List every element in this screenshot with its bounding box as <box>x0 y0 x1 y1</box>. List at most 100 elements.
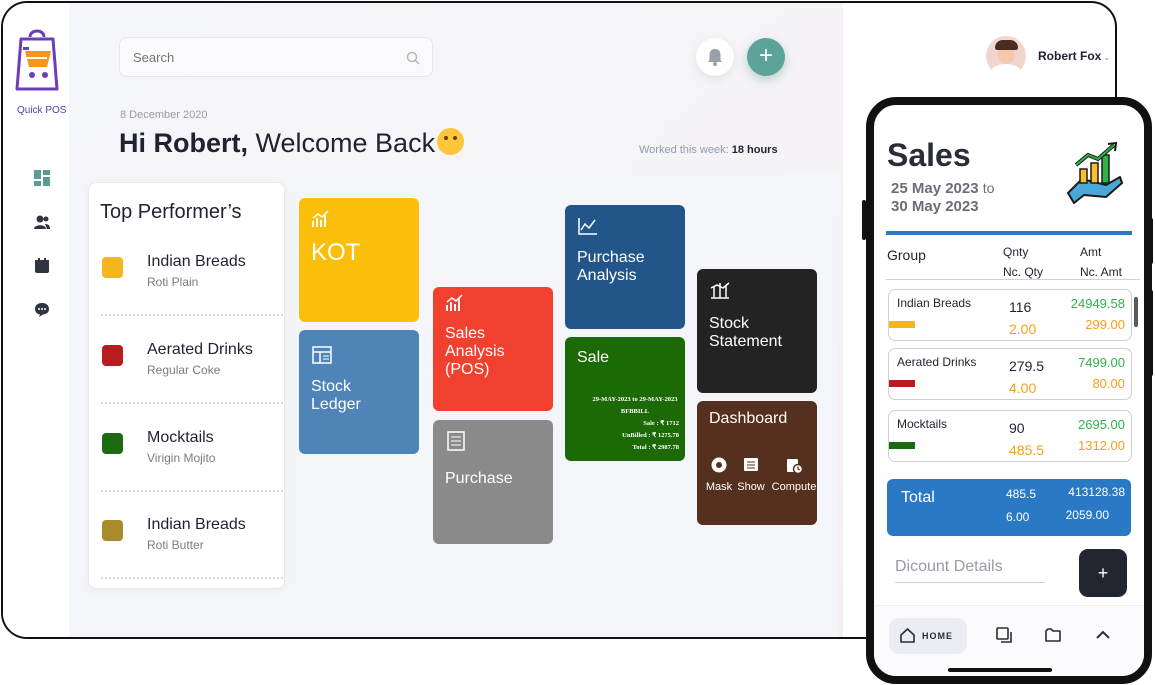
row-qty: 116 <box>1009 299 1032 315</box>
performer-item[interactable]: Aerated Drinks Regular Coke <box>89 341 286 433</box>
performer-sub: Roti Butter <box>147 538 204 552</box>
total-amt: 413128.38 <box>1068 485 1125 499</box>
total-qty: 485.5 <box>1006 487 1037 501</box>
performer-item[interactable]: Mocktails Virigin Mojito <box>89 429 286 521</box>
dashboard-icon[interactable] <box>33 169 51 187</box>
row-group: Mocktails <box>897 417 948 431</box>
performer-item[interactable]: Indian Breads Roti Butter <box>89 516 286 608</box>
mobile-app-screen: Sales 25 May 2023 to 30 May 2023 Group Q… <box>866 97 1152 684</box>
kot-tile[interactable]: KOT <box>299 198 419 322</box>
stock-statement-label: Stock Statement <box>709 315 782 350</box>
current-date: 8 December 2020 <box>120 109 208 121</box>
compute-icon <box>787 459 803 474</box>
table-row[interactable]: Mocktails 90 485.5 2695.00 1312.00 <box>888 410 1132 462</box>
add-button[interactable]: + <box>747 38 785 76</box>
sales-analysis-label: Sales Analysis (POS) <box>445 325 505 378</box>
row-color-bar <box>889 321 915 328</box>
compute-action[interactable]: Compute <box>771 456 817 496</box>
worked-value: 18 hours <box>731 144 778 156</box>
welcome-heading: Hi Robert, Welcome Back <box>119 128 465 159</box>
search-icon[interactable] <box>406 51 420 65</box>
table-row[interactable]: Aerated Drinks 279.5 4.00 7499.00 80.00 <box>888 348 1132 400</box>
search-box[interactable] <box>119 37 433 77</box>
scrollbar[interactable] <box>1134 297 1138 327</box>
add-fab-button[interactable]: + <box>1079 549 1127 597</box>
performer-color-swatch <box>102 433 123 454</box>
avatar[interactable] <box>986 36 1026 76</box>
stock-statement-tile[interactable]: Stock Statement <box>697 269 817 393</box>
col-qnty: Qnty <box>1003 245 1029 259</box>
worked-label: Worked this week: <box>639 144 729 156</box>
chevron-down-icon: ⌄ <box>1103 53 1111 62</box>
nav-home[interactable]: HOME <box>889 618 967 654</box>
row-color-bar <box>889 380 915 387</box>
copy-icon[interactable] <box>995 626 1013 644</box>
performer-color-swatch <box>102 257 123 278</box>
row-amt: 7499.00 <box>1078 355 1125 370</box>
dashboard-tile[interactable]: Dashboard Mask Show Compute <box>697 401 817 525</box>
performer-name: Indian Breads <box>147 253 246 270</box>
total-label: Total <box>901 489 935 506</box>
purchase-analysis-tile[interactable]: Purchase Analysis <box>565 205 685 329</box>
ledger-icon <box>312 346 332 364</box>
bell-icon <box>708 49 722 66</box>
quick-pos-logo[interactable] <box>13 27 61 103</box>
show-icon <box>744 458 758 471</box>
shopping-bag-logo-icon <box>15 29 59 91</box>
performer-item[interactable]: Indian Breads Roti Plain <box>89 253 286 345</box>
total-nc-amt: 2059.00 <box>1065 508 1109 522</box>
user-menu[interactable]: Robert Fox ⌄ <box>1038 49 1110 63</box>
divider <box>101 577 283 579</box>
row-qty: 90 <box>1009 420 1025 436</box>
growth-chart-hand-icon <box>1067 141 1123 204</box>
home-icon <box>900 628 915 643</box>
discount-details-heading[interactable]: Dicount Details <box>895 558 1003 576</box>
calendar-icon[interactable] <box>33 257 51 275</box>
col-amt: Amt <box>1080 245 1102 259</box>
chat-icon[interactable] <box>33 301 51 319</box>
row-nc-qty: 4.00 <box>1009 380 1037 396</box>
sale-range: 29-MAY-2023 to 29-MAY-2023 <box>592 396 678 403</box>
mask-icon <box>711 457 727 473</box>
folder-icon[interactable] <box>1044 626 1062 644</box>
total-line: Total : ₹ 2987.78 <box>632 444 679 451</box>
bar-chart-icon <box>312 210 329 227</box>
dashboard-label: Dashboard <box>709 410 788 427</box>
divider <box>101 314 283 316</box>
show-action[interactable]: Show <box>731 456 771 496</box>
row-nc-amt: 299.00 <box>1085 317 1125 332</box>
col-nc-amt: Nc. Amt <box>1080 265 1123 279</box>
range-to-word: to <box>982 180 995 196</box>
sale-tile[interactable]: Sale 29-MAY-2023 to 29-MAY-2023 BFBBILL … <box>565 337 685 461</box>
row-color-bar <box>889 442 915 449</box>
bottom-nav: HOME <box>874 605 1144 676</box>
notifications-button[interactable] <box>696 38 734 76</box>
performer-name: Mocktails <box>147 429 214 446</box>
worked-hours: Worked this week: 18 hours <box>639 144 778 156</box>
search-input[interactable] <box>120 38 432 76</box>
header-divider <box>886 279 1140 280</box>
greeting-name: Hi Robert, <box>119 128 249 158</box>
show-label: Show <box>737 481 765 493</box>
logo-text: Quick POS <box>17 105 67 116</box>
stock-ledger-tile[interactable]: Stock Ledger <box>299 330 419 454</box>
unbilled-line: UnBilled : ₹ 1275.78 <box>622 432 679 439</box>
total-nc-qty: 6.00 <box>1006 510 1030 524</box>
users-icon[interactable] <box>33 213 51 231</box>
row-nc-qty: 485.5 <box>1009 442 1045 458</box>
performer-color-swatch <box>102 345 123 366</box>
bar-chart-icon <box>446 294 463 311</box>
greeting-text: Welcome Back <box>248 128 436 158</box>
table-row[interactable]: Indian Breads 116 2.00 24949.58 299.00 <box>888 289 1132 341</box>
chevron-up-icon[interactable] <box>1094 626 1112 644</box>
purchase-tile[interactable]: Purchase <box>433 420 553 544</box>
plus-icon: + <box>758 42 773 69</box>
row-qty: 279.5 <box>1009 358 1045 374</box>
performer-sub: Roti Plain <box>147 275 199 289</box>
kot-label: KOT <box>311 239 361 266</box>
hugging-face-emoji-icon <box>437 128 465 155</box>
top-performers-card: Top Performer’s Indian Breads Roti Plain… <box>88 182 285 589</box>
sales-analysis-tile[interactable]: Sales Analysis (POS) <box>433 287 553 411</box>
row-nc-amt: 80.00 <box>1092 376 1125 391</box>
date-range: 25 May 2023 to 30 May 2023 <box>891 179 994 216</box>
